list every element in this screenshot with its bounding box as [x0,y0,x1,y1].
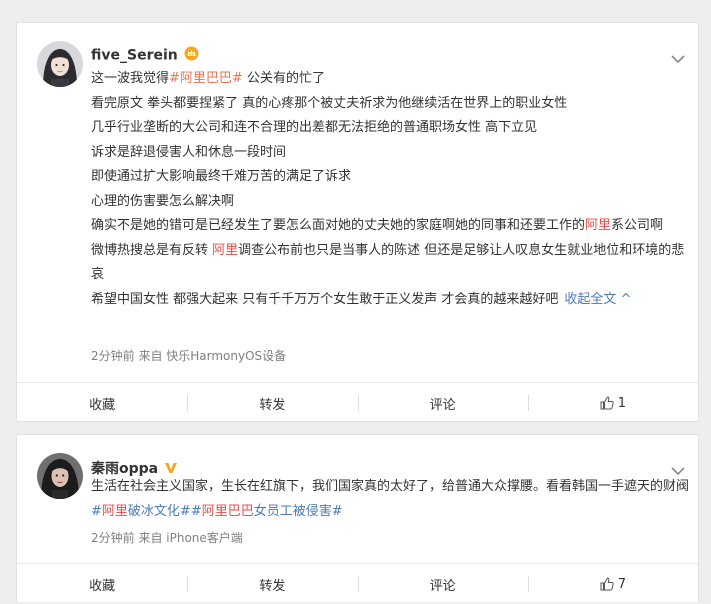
action-bar: 收藏 转发 评论 1 [17,382,698,423]
text-segment: 希望中国女性 都强大起来 只有千千万万个女生敢于正义发声 才会真的越来越好吧 [91,291,559,307]
topic-link[interactable]: 女员工被侵害# [254,504,343,519]
keyword-highlight[interactable]: 阿里 [585,218,611,233]
repost-label: 转发 [259,578,286,594]
repost-label: 转发 [259,397,286,413]
text-segment: 公关有的忙了 [242,71,325,86]
comment-button[interactable]: 评论 [357,383,528,423]
repost-button[interactable]: 转发 [187,564,357,604]
username[interactable]: five_Serein [91,46,199,65]
chevron-down-icon[interactable] [670,462,686,476]
text-segment: 微博热搜总是有反转 [91,242,213,258]
post-text-line: 即使通过扩大影响最终千难万苦的满足了诉求 [91,165,691,190]
like-count: 1 [617,395,627,411]
avatar[interactable] [37,453,83,499]
post-text-line: 希望中国女性 都强大起来 只有千千万万个女生敢于正义发声 才会真的越来越好吧 收起… [91,288,691,313]
post-text-line: 诉求是辞退侵害人和休息一段时间 [91,141,691,166]
post-text-line: 几乎行业垄断的大公司和连不合理的出差都无法拒绝的普通职场女性 高下立见 [91,116,691,141]
post-text-line: 心理的伤害要怎么解决啊 [91,190,691,215]
chevron-down-icon[interactable] [670,50,686,64]
keyword-highlight[interactable]: 阿里巴巴 [202,504,254,519]
like-count: 7 [617,576,627,592]
text-segment: 系公司啊 [611,218,664,233]
text-segment: 确实不是她的错可是已经发生了要怎么面对她的丈夫她的家庭啊她的同事和还要工作的 [91,218,586,233]
topic-link[interactable]: # [91,504,102,519]
comment-button[interactable]: 评论 [357,564,528,604]
weibo-post-card: 秦雨oppa 生活在社会主义国家，生长在红旗下，我们国家真的太好了，给普通大众撑… [16,434,699,602]
keyword-highlight[interactable]: 阿里 [212,243,238,258]
text-segment: 诉求是辞退侵害人和休息一段时间 [91,144,287,160]
like-button[interactable]: 1 [527,383,698,423]
avatar[interactable] [37,41,83,87]
collapse-text-link[interactable]: 收起全文 ^ [564,292,631,307]
post-text-line: 微博热搜总是有反转 阿里调查公布前也只是当事人的陈述 但还是足够让人叹息女生就业… [91,239,691,288]
post-text-line: 确实不是她的错可是已经发生了要怎么面对她的丈夫她的家庭啊她的同事和还要工作的阿里… [91,214,691,239]
collect-button[interactable]: 收藏 [17,564,187,604]
thumbs-up-icon [600,396,614,410]
comment-label: 评论 [429,397,456,413]
post-content: 生活在社会主义国家，生长在红旗下，我们国家真的太好了，给普通大众撑腰。看看韩国一… [91,475,691,524]
text-segment: 这一波我觉得 [91,71,170,86]
repost-button[interactable]: 转发 [187,383,357,423]
post-text-line: 生活在社会主义国家，生长在红旗下，我们国家真的太好了，给普通大众撑腰。看看韩国一… [91,475,691,524]
text-segment: 看完原文 拳头都要捏紧了 真的心疼那个被丈夫祈求为他继续活在世界上的职业女性 [91,95,568,111]
post-meta: 2分钟前 来自 快乐HarmonyOS设备 [91,349,287,363]
post-content: 这一波我觉得#阿里巴巴# 公关有的忙了看完原文 拳头都要捏紧了 真的心疼那个被丈… [91,67,691,312]
collect-label: 收藏 [89,578,116,594]
like-button[interactable]: 7 [527,564,698,604]
topic-link[interactable]: #阿里巴巴# [169,71,243,86]
comment-label: 评论 [429,578,456,594]
text-segment: 即使通过扩大影响最终千难万苦的满足了诉求 [91,169,352,184]
crown-badge-icon [184,46,199,65]
text-segment: 生活在社会主义国家，生长在红旗下，我们国家真的太好了，给普通大众撑腰。看看韩国一… [91,479,690,494]
text-segment: 几乎行业垄断的大公司和连不合理的出差都无法拒绝的普通职场女性 高下立见 [91,120,538,135]
username-text[interactable]: five_Serein [91,48,178,64]
post-meta: 2分钟前 来自 iPhone客户端 [91,531,243,545]
weibo-post-card: five_Serein 这一波我觉得#阿里巴巴# 公关有的忙了看完原文 拳头都要… [16,22,699,422]
post-text-line: 这一波我觉得#阿里巴巴# 公关有的忙了 [91,67,691,92]
keyword-highlight[interactable]: 阿里 [102,504,128,519]
topic-link[interactable]: 破冰文化## [128,504,202,519]
post-text-line: 看完原文 拳头都要捏紧了 真的心疼那个被丈夫祈求为他继续活在世界上的职业女性 [91,92,691,117]
thumbs-up-icon [600,577,614,591]
collect-label: 收藏 [89,397,116,413]
action-bar: 收藏 转发 评论 7 [17,563,698,604]
collect-button[interactable]: 收藏 [17,383,187,423]
text-segment: 心理的伤害要怎么解决啊 [91,193,235,209]
